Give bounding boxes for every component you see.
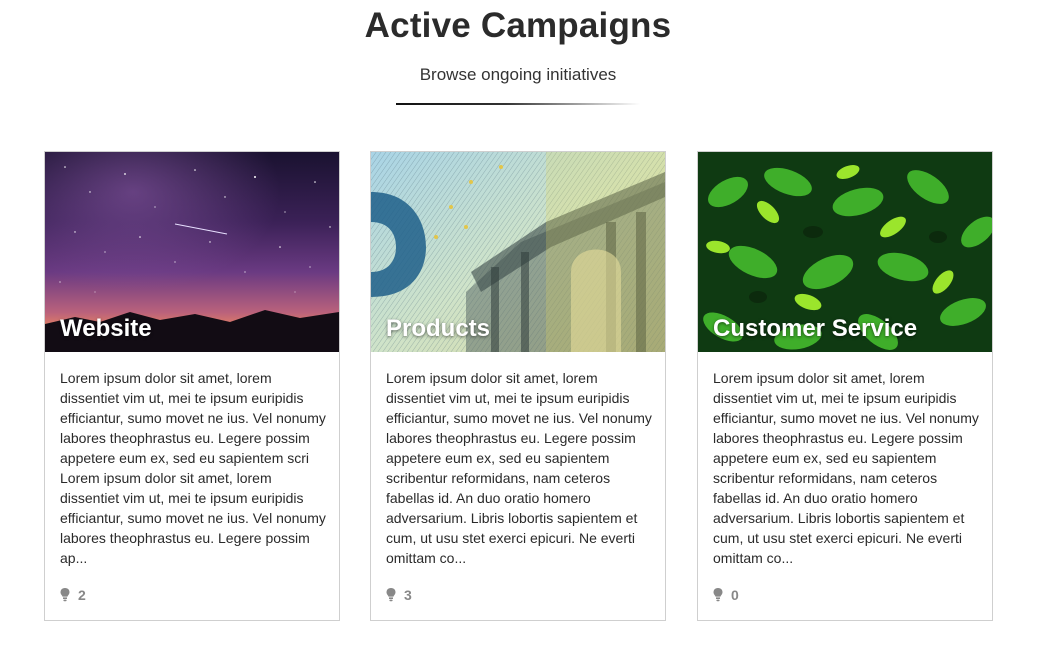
- green-plants-image[interactable]: Customer Service: [698, 152, 992, 352]
- card-footer: 2: [60, 585, 86, 605]
- lightbulb-icon: [386, 588, 396, 602]
- idea-count: 3: [404, 587, 412, 603]
- card-description: Lorem ipsum dolor sit amet, lorem dissen…: [713, 370, 979, 566]
- card-title[interactable]: Website: [60, 315, 152, 343]
- night-sky-image[interactable]: Website: [45, 152, 339, 352]
- campaign-card-products[interactable]: Products Lorem ipsum dolor sit amet, lor…: [370, 151, 666, 621]
- page-title: Active Campaigns: [364, 6, 672, 45]
- campaign-card-website[interactable]: Website Lorem ipsum dolor sit amet, lore…: [44, 151, 340, 621]
- campaign-card-customer-service[interactable]: Customer Service Lorem ipsum dolor sit a…: [697, 151, 993, 621]
- idea-count: 0: [731, 587, 739, 603]
- card-description: Lorem ipsum dolor sit amet, lorem dissen…: [60, 370, 326, 566]
- title-divider: [396, 103, 640, 105]
- card-footer: 0: [713, 585, 739, 605]
- lightbulb-icon: [713, 588, 723, 602]
- idea-count: 2: [78, 587, 86, 603]
- card-title[interactable]: Customer Service: [713, 315, 917, 343]
- banknote-image[interactable]: Products: [371, 152, 665, 352]
- card-description: Lorem ipsum dolor sit amet, lorem dissen…: [386, 370, 652, 566]
- card-title[interactable]: Products: [386, 315, 490, 343]
- lightbulb-icon: [60, 588, 70, 602]
- page-subtitle: Browse ongoing initiatives: [419, 65, 617, 84]
- card-footer: 3: [386, 585, 412, 605]
